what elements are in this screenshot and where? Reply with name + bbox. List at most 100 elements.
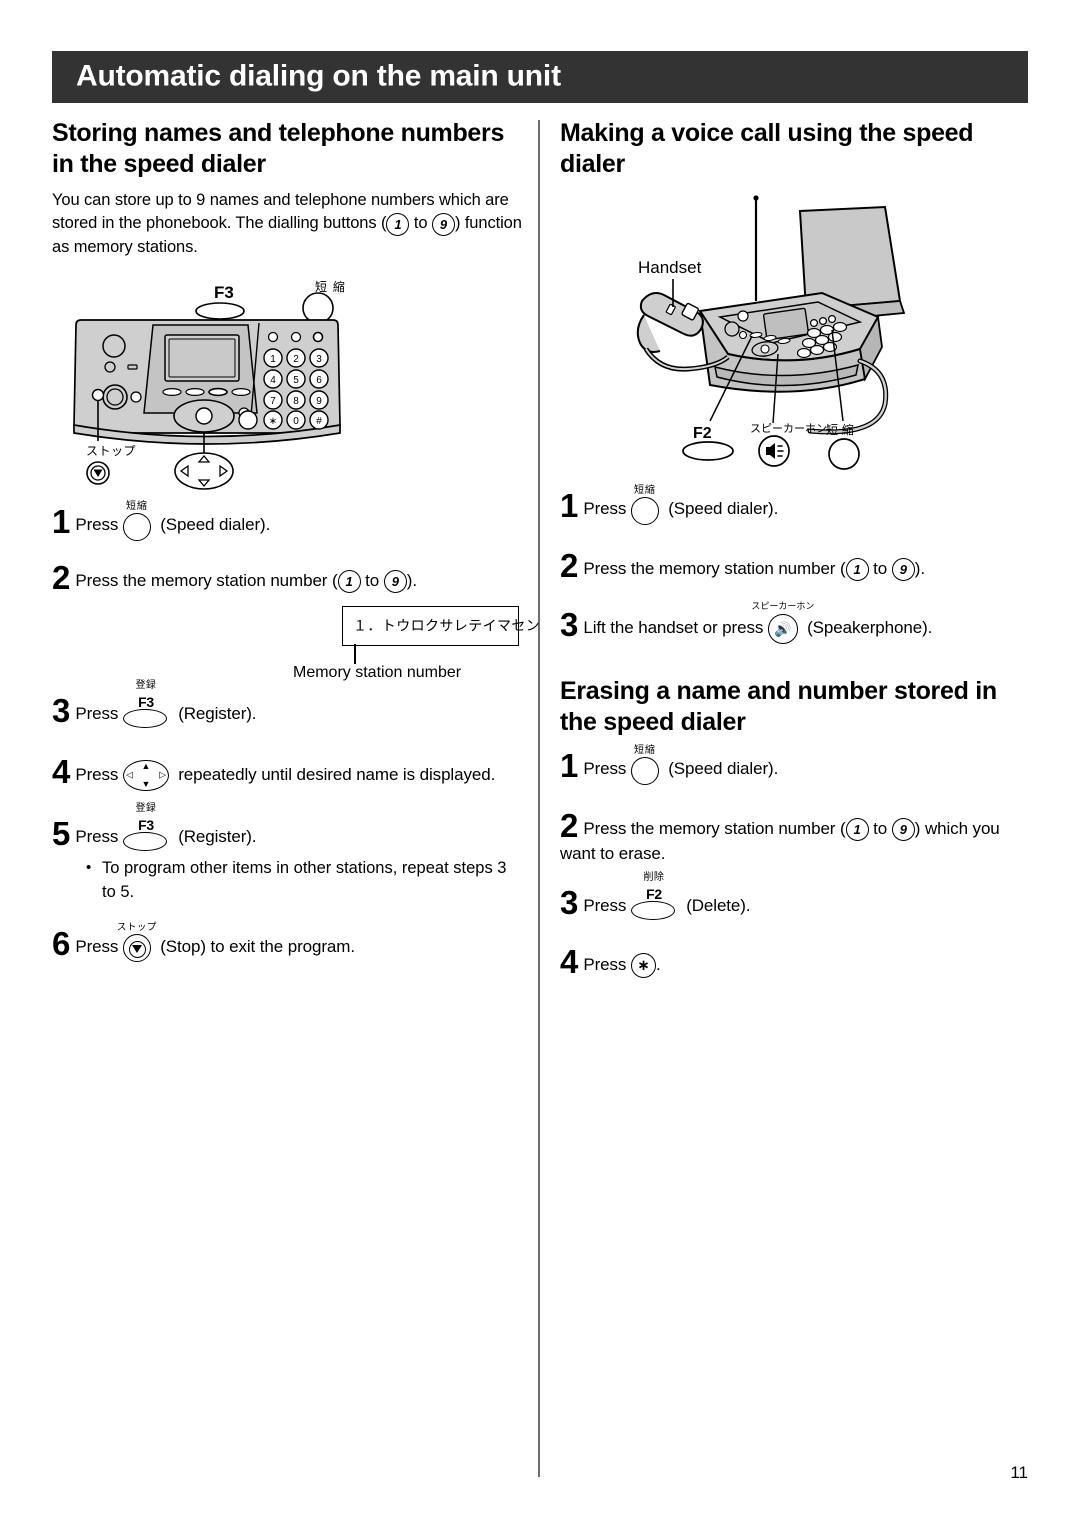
left-step-4-post: repeatedly until desired name is display… bbox=[178, 764, 496, 784]
panel-indicator-speed-dial bbox=[312, 331, 324, 343]
figure-speakerphone-jp-label: スピーカーホン bbox=[750, 422, 827, 435]
figure-f2-key-icon bbox=[682, 441, 734, 461]
left-step-4-number: 4 bbox=[52, 752, 71, 790]
stop-key-icon: ストップ bbox=[117, 922, 156, 963]
left-intro-paragraph: You can store up to 9 names and telephon… bbox=[52, 189, 522, 259]
digit-9-icon: 9 bbox=[891, 557, 915, 581]
digit-9-label: 9 bbox=[439, 216, 447, 232]
digit-9-icon: 9 bbox=[431, 212, 455, 236]
right-step1-2: 2 Press the memory station number (1 to 9… bbox=[560, 549, 1038, 582]
f3-key-icon: 登録 F3 bbox=[122, 680, 169, 728]
left-step-2-post: ). bbox=[406, 570, 417, 590]
panel-stop-key bbox=[91, 389, 105, 402]
figure-f3-key-icon bbox=[195, 302, 245, 321]
left-step-5-post: (Register). bbox=[178, 826, 257, 846]
left-step-4-text: Press ▲ ▼ ◁ ▷ repeatedly until desired name… bbox=[75, 759, 496, 791]
page-title: Automatic dialing on the main unit bbox=[76, 59, 561, 93]
right-step2-1: 1 Press 短縮 (Speed dialer). bbox=[560, 745, 1038, 785]
panel-led-indicator bbox=[127, 364, 138, 370]
figure-speed-dial-jp-label: 短 縮 bbox=[315, 279, 346, 294]
left-column: Storing names and telephone numbers in t… bbox=[52, 118, 540, 963]
right-step1-1: 1 Press 短縮 (Speed dialer). bbox=[560, 485, 1038, 525]
panel-softkey-f1 bbox=[162, 388, 182, 397]
nav-down-icon: ▼ bbox=[141, 778, 151, 789]
svg-text:∗: ∗ bbox=[269, 416, 277, 427]
left-step-6-post: (Stop) to exit the program. bbox=[160, 936, 355, 956]
speaker-icon: 🔊 bbox=[774, 621, 792, 638]
right-column: Making a voice call using the speed dial… bbox=[560, 118, 1038, 981]
digit-9-icon: 9 bbox=[891, 817, 915, 841]
digit-1-icon: 1 bbox=[386, 212, 410, 236]
figure-nav-pad-icon bbox=[174, 452, 234, 491]
left-step-4-pre: Press bbox=[75, 764, 123, 784]
digit-1-icon: 1 bbox=[845, 817, 869, 841]
right-step2-2-number: 2 bbox=[560, 806, 579, 844]
fax-small-key bbox=[738, 330, 748, 340]
f3-key-icon: 登録 F3 bbox=[122, 803, 169, 851]
right-step2-3-text: Press 削除 F2 (Delete). bbox=[583, 872, 751, 921]
panel-dial-key-inner bbox=[106, 388, 124, 406]
control-panel-illustration: F3 短 縮 1 2 3 4 5 6 7 8 9 ∗ 0 # ストップ bbox=[73, 279, 346, 491]
right-step1-1-text: Press 短縮 (Speed dialer). bbox=[583, 485, 778, 525]
right-step2-1-text: Press 短縮 (Speed dialer). bbox=[583, 745, 778, 785]
panel-nav-center-key bbox=[195, 407, 213, 425]
right-step2-4-text: Press ∗. bbox=[583, 953, 661, 979]
svg-text:3: 3 bbox=[316, 354, 322, 365]
fax-key-top-left bbox=[737, 310, 749, 322]
stop-jp-label: ストップ bbox=[116, 922, 157, 934]
figure-speed-dial-jp-label-right: 短 縮 bbox=[826, 422, 854, 437]
figure-speed-dial-key-icon bbox=[302, 292, 334, 325]
right-section1-heading: Making a voice call using the speed dial… bbox=[560, 119, 974, 178]
left-step-5-pre: Press bbox=[75, 826, 123, 846]
fax-dial-key bbox=[724, 321, 740, 337]
left-step-3-pre: Press bbox=[75, 703, 123, 723]
svg-text:6: 6 bbox=[316, 375, 322, 386]
fax-nav-center bbox=[760, 344, 770, 354]
panel-indicator-2 bbox=[290, 332, 302, 343]
nav-left-icon: ◁ bbox=[125, 769, 133, 780]
right-step1-3-number: 3 bbox=[560, 605, 579, 643]
f3-key-label: F3 bbox=[138, 816, 154, 833]
speed-dialer-key-icon: 短縮 bbox=[122, 501, 151, 541]
right-step2-2-text: Press the memory station number (1 to 9)… bbox=[560, 817, 1000, 863]
left-step-3-text: Press 登録 F3 (Register). bbox=[75, 680, 257, 728]
svg-text:8: 8 bbox=[293, 396, 299, 407]
figure-f2-label: F2 bbox=[693, 425, 712, 442]
lcd-callout: １．トウロクサレテイマセン Memory station number bbox=[52, 605, 540, 690]
left-step-3: 3 Press 登録 F3 (Register). bbox=[52, 680, 522, 729]
panel-round-key-top-left bbox=[102, 334, 126, 359]
speed-dialer-jp-label: 短縮 bbox=[633, 744, 656, 756]
left-step-5: 5Press 登録F3 (Register). To program other… bbox=[52, 803, 522, 905]
panel-indicator-1 bbox=[267, 332, 279, 343]
svg-text:#: # bbox=[316, 416, 322, 427]
digit-1-label: 1 bbox=[394, 216, 402, 232]
manual-page: Automatic dialing on the main unit Stori… bbox=[0, 0, 1080, 1526]
page-number: 11 bbox=[1010, 1463, 1028, 1482]
speed-dialer-key-icon: 短縮 bbox=[630, 745, 659, 785]
left-step-5-text: Press 登録 F3 (Register). bbox=[75, 803, 257, 851]
right-step2-4-number: 4 bbox=[560, 943, 579, 981]
left-step-5-note: To program other items in other stations… bbox=[86, 857, 522, 905]
right-step2-4: 4 Press ∗. bbox=[560, 943, 1038, 981]
left-step-5-number: 5 bbox=[52, 814, 71, 852]
right-section2-heading: Erasing a name and number stored in the … bbox=[560, 677, 997, 736]
left-step-1-pre: Press bbox=[75, 515, 123, 535]
lcd-leader-line bbox=[354, 643, 356, 664]
speakerphone-key-icon: スピーカーホン 🔊 bbox=[751, 602, 814, 645]
speed-dialer-jp-label: 短縮 bbox=[633, 484, 656, 496]
panel-softkey-f2 bbox=[185, 388, 205, 397]
nav-right-icon: ▷ bbox=[159, 769, 166, 780]
lcd-display-text: １．トウロクサレテイマセン bbox=[353, 618, 541, 635]
right-step1-2-number: 2 bbox=[560, 546, 579, 584]
right-step2-3-number: 3 bbox=[560, 884, 579, 922]
digit-1-icon: 1 bbox=[845, 557, 869, 581]
figure-speed-dial-key-icon-right bbox=[828, 438, 860, 470]
nav-up-icon: ▲ bbox=[141, 760, 151, 771]
speed-dialer-jp-label: 短縮 bbox=[125, 500, 148, 512]
left-step-3-number: 3 bbox=[52, 691, 71, 729]
page-header-banner: Automatic dialing on the main unit bbox=[52, 51, 1028, 103]
fax-machine-figure: Handset F2 スピーカーホン 短 縮 bbox=[560, 189, 1038, 489]
antenna-tip bbox=[753, 195, 759, 201]
right-step1-2-text: Press the memory station number (1 to 9)… bbox=[583, 557, 925, 581]
right-step1-1-number: 1 bbox=[560, 487, 579, 524]
